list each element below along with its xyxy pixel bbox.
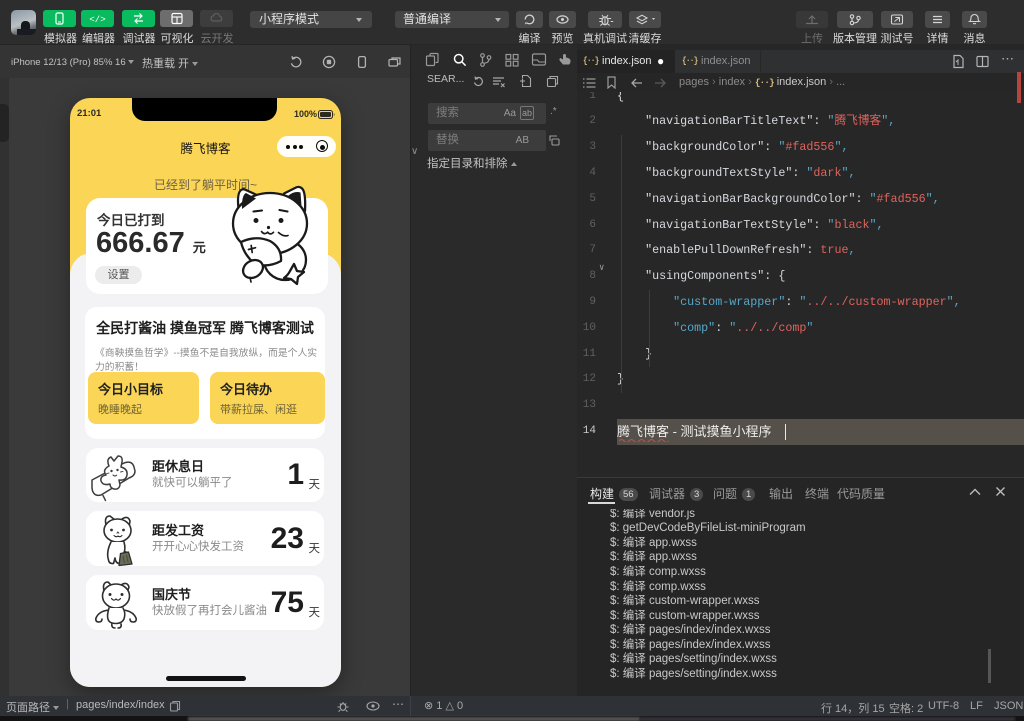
- svg-text:</>: </>: [89, 15, 105, 25]
